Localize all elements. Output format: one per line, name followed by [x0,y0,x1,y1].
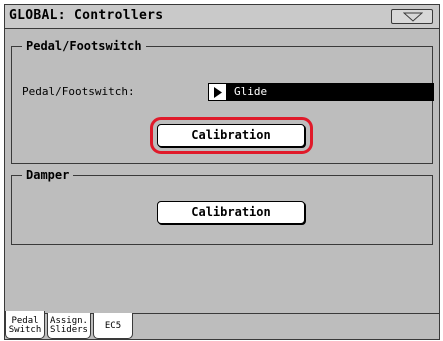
tab-label-line2: Switch [8,325,42,335]
tab-assign-sliders[interactable]: Assign. Sliders [47,313,91,339]
group-title: Pedal/Footswitch [22,38,146,54]
tab-strip: Pedal Switch Assign. Sliders EC5 [5,311,439,339]
play-arrow-icon [214,87,222,98]
tab-label-line2: Sliders [50,325,88,335]
page-title: GLOBAL: Controllers [9,8,164,23]
screen: GLOBAL: Controllers Pedal/Footswitch Ped… [0,0,443,341]
tab-pedal-switch[interactable]: Pedal Switch [5,311,45,339]
page-menu-button[interactable] [391,9,433,24]
pedal-calibration-button[interactable]: Calibration [157,124,305,147]
pedal-footswitch-value: Glide [234,85,268,98]
group-title: Damper [22,167,74,183]
triangle-down-icon [403,12,423,22]
tab-ec5[interactable]: EC5 [93,313,133,339]
pedal-footswitch-label: Pedal/Footswitch: [22,85,135,98]
damper-calibration-button[interactable]: Calibration [157,201,305,224]
title-bar: GLOBAL: Controllers [5,5,439,29]
tab-label-line1: EC5 [104,321,122,331]
controllers-page: GLOBAL: Controllers Pedal/Footswitch Ped… [4,4,440,340]
damper-group: Damper Calibration [11,167,433,245]
pedal-footswitch-group: Pedal/Footswitch Pedal/Footswitch: Glide… [11,38,434,164]
pedal-footswitch-popup-button[interactable] [208,83,227,101]
